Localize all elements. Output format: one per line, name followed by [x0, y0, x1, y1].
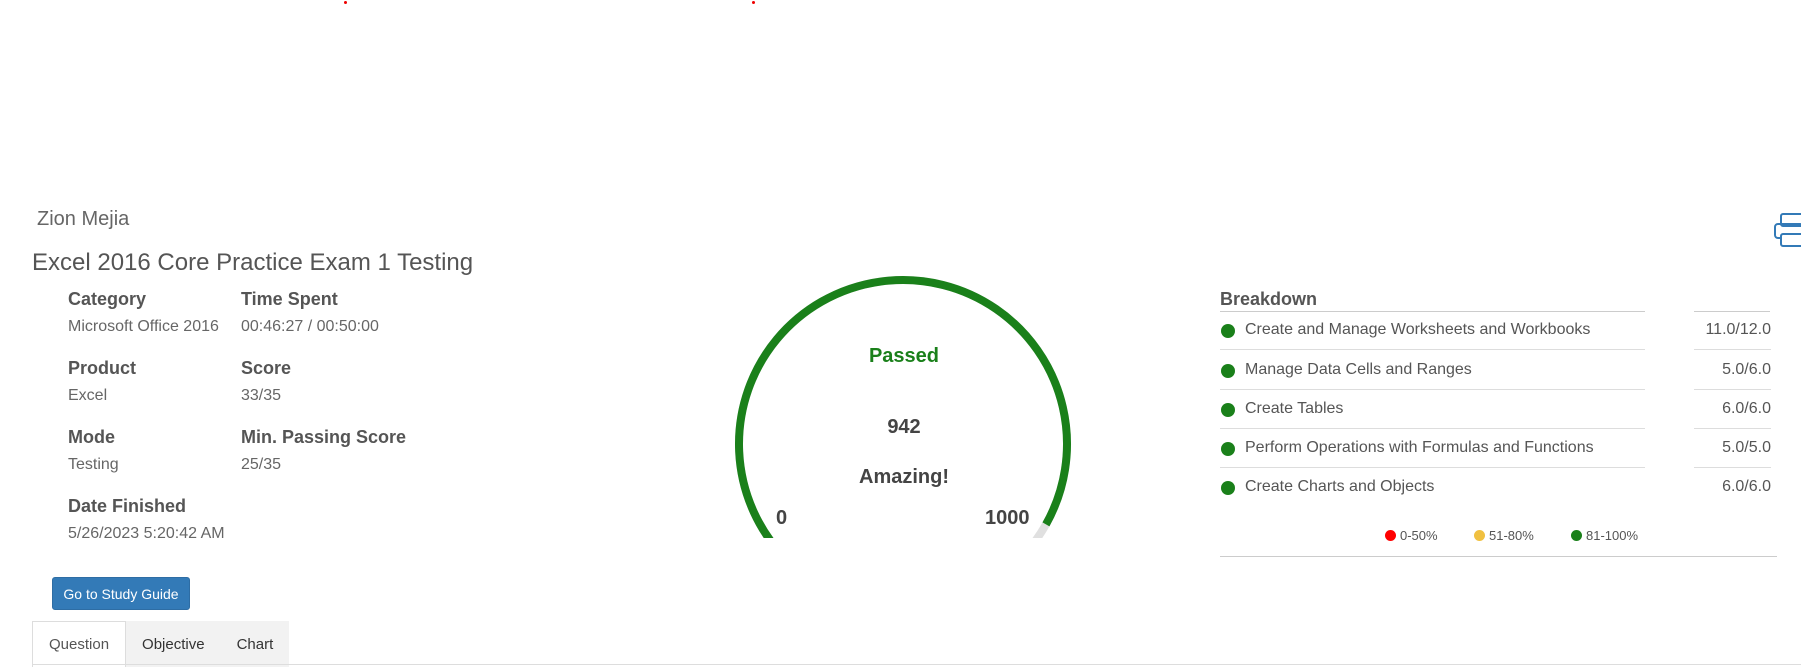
row-divider: [1220, 467, 1645, 468]
breakdown-row-label: Manage Data Cells and Ranges: [1245, 361, 1472, 378]
date-finished-label: Date Finished: [68, 496, 187, 516]
breakdown-row-value: 6.0/6.0: [1722, 478, 1771, 495]
status-dot-icon: [1221, 364, 1235, 378]
legend-dot-icon: [1385, 530, 1396, 541]
breakdown-title: Breakdown: [1220, 289, 1318, 309]
results-tabs: Question Objective Chart: [32, 621, 290, 667]
breakdown-row-label: Create Tables: [1245, 400, 1344, 417]
category-label: Category: [68, 289, 147, 309]
min-passing-score-label: Min. Passing Score: [241, 427, 407, 447]
row-divider: [1694, 428, 1771, 429]
breakdown-row-label: Perform Operations with Formulas and Fun…: [1245, 439, 1594, 456]
legend-label: 0-50%: [1400, 528, 1438, 543]
gauge-max-label: 1000: [985, 507, 1030, 529]
exam-title: Excel 2016 Core Practice Exam 1 Testing: [32, 249, 474, 276]
breakdown-row-label: Create Charts and Objects: [1245, 478, 1435, 495]
legend-label: 81-100%: [1586, 528, 1639, 543]
row-divider: [1220, 389, 1645, 390]
tabs-bottom-border: [32, 664, 1801, 665]
row-divider: [1694, 349, 1771, 350]
min-passing-score-value: 25/35: [241, 456, 282, 473]
time-spent-value: 00:46:27 / 00:50:00: [241, 318, 379, 335]
breakdown-row-label: Create and Manage Worksheets and Workboo…: [1245, 321, 1591, 338]
red-dot-marker: [752, 1, 755, 4]
legend-item: 81-100%: [1571, 528, 1638, 543]
breakdown-row: Create and Manage Worksheets and Workboo…: [1220, 312, 1771, 350]
breakdown-row: Perform Operations with Formulas and Fun…: [1220, 430, 1771, 468]
time-spent-label: Time Spent: [241, 289, 338, 309]
legend-item: 0-50%: [1385, 528, 1438, 543]
legend-label: 51-80%: [1489, 528, 1534, 543]
product-label: Product: [68, 358, 137, 378]
breakdown-row: Create Charts and Objects 6.0/6.0: [1220, 469, 1771, 507]
mode-value: Testing: [68, 456, 119, 473]
product-value: Excel: [68, 387, 108, 404]
gauge-score: 942: [887, 416, 921, 438]
score-value: 33/35: [241, 387, 282, 404]
row-divider: [1220, 349, 1645, 350]
breakdown-row: Manage Data Cells and Ranges 5.0/6.0: [1220, 352, 1771, 390]
gauge-min-label: 0: [776, 507, 788, 529]
breakdown-row-value: 5.0/6.0: [1722, 361, 1771, 378]
gauge-track: [735, 276, 1071, 538]
gauge-status: Passed: [868, 345, 940, 367]
gauge-fill: [735, 276, 1071, 538]
tab-objective[interactable]: Objective: [126, 621, 221, 667]
row-divider: [1694, 389, 1771, 390]
row-divider: [1220, 428, 1645, 429]
gauge-message: Amazing!: [859, 466, 949, 488]
breakdown-bottom-divider: [1220, 556, 1777, 557]
score-gauge: [735, 276, 1071, 538]
status-dot-icon: [1221, 403, 1235, 417]
user-name: Zion Mejia: [37, 208, 130, 230]
status-dot-icon: [1221, 481, 1235, 495]
status-dot-icon: [1221, 442, 1235, 456]
mode-label: Mode: [68, 427, 115, 447]
go-to-study-guide-button[interactable]: Go to Study Guide: [52, 577, 190, 610]
print-icon[interactable]: [1773, 212, 1801, 248]
red-dot-marker: [344, 1, 347, 4]
legend-item: 51-80%: [1474, 528, 1534, 543]
legend-dot-icon: [1474, 530, 1485, 541]
breakdown-row-value: 6.0/6.0: [1722, 400, 1771, 417]
breakdown-row-value: 5.0/5.0: [1722, 439, 1771, 456]
legend-dot-icon: [1571, 530, 1582, 541]
breakdown-row-value: 11.0/12.0: [1705, 321, 1771, 338]
tab-chart[interactable]: Chart: [220, 621, 290, 667]
category-value: Microsoft Office 2016: [68, 318, 219, 335]
date-finished-value: 5/26/2023 5:20:42 AM: [68, 525, 225, 542]
tab-question[interactable]: Question: [32, 621, 127, 667]
score-label: Score: [241, 358, 292, 378]
status-dot-icon: [1221, 324, 1235, 338]
breakdown-row: Create Tables 6.0/6.0: [1220, 391, 1771, 429]
row-divider: [1694, 467, 1771, 468]
